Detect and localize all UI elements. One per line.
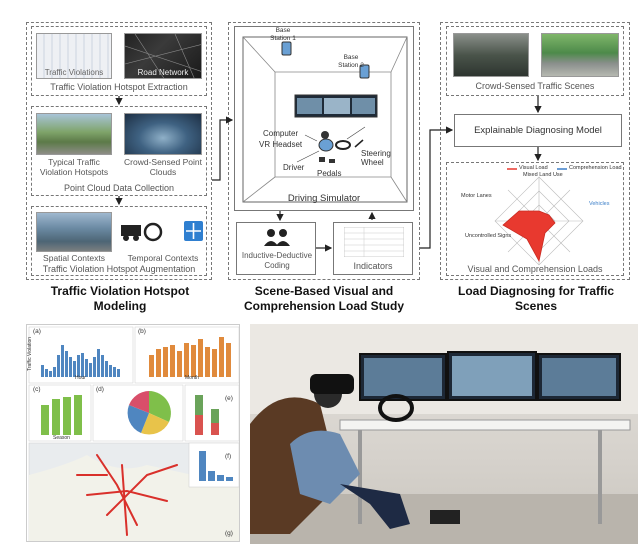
- panel-c-xlabel: Season: [53, 435, 70, 441]
- title-hotspot-modeling: Traffic Violation Hotspot Modeling: [50, 284, 190, 313]
- panel-e-label: (e): [225, 395, 233, 402]
- panel-f-label: (f): [225, 453, 232, 460]
- panel-b-xlabel: Month: [185, 375, 199, 381]
- analytics-svg: [28, 326, 240, 542]
- panel-g-label: (g): [225, 530, 233, 537]
- panel-ylabel: Traffic Violation: [27, 336, 34, 372]
- panel-d-label: (d): [96, 386, 104, 393]
- simulator-photo: [250, 324, 638, 544]
- title-load-diagnosing: Load Diagnosing for Traffic Scenes: [457, 284, 614, 313]
- panel-a-label: (a): [33, 328, 41, 335]
- photo-illustration: [250, 324, 638, 544]
- framework-diagram: Traffic Violations Road Network Traffic …: [0, 0, 641, 322]
- panel-c-label: (c): [33, 386, 41, 393]
- title-load-study: Scene-Based Visual and Comprehension Loa…: [243, 284, 404, 313]
- flow-arrows: [115, 96, 542, 252]
- analytics-panels: (a) (b) (c) (d) (e) (f) (g) Hour Month S…: [26, 324, 240, 542]
- panel-a-xlabel: Hour: [75, 375, 86, 381]
- panel-b-label: (b): [138, 328, 146, 335]
